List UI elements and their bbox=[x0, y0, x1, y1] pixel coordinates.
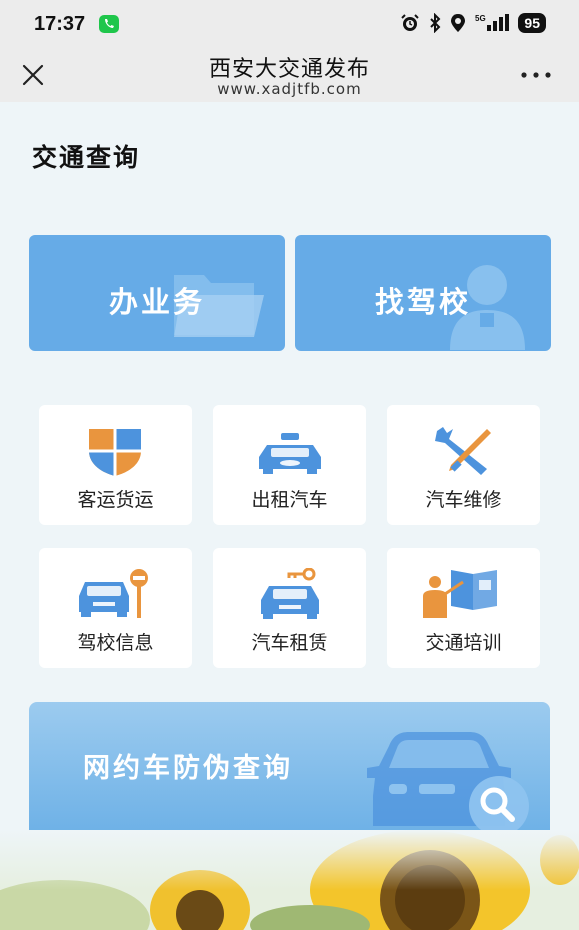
bluetooth-icon bbox=[430, 13, 441, 33]
tile-traffic-training[interactable]: 交通培训 bbox=[387, 548, 540, 668]
tile-label: 驾校信息 bbox=[77, 632, 154, 654]
tile-label: 客运货运 bbox=[77, 489, 154, 511]
alarm-icon bbox=[401, 14, 420, 31]
tile-car-repair[interactable]: 汽车维修 bbox=[387, 405, 540, 525]
car-key-icon bbox=[261, 568, 319, 619]
tile-car-rental[interactable]: 汽车租赁 bbox=[213, 548, 366, 668]
status-time: 17:37 bbox=[34, 13, 86, 35]
business-card-label: 办业务 bbox=[108, 285, 205, 319]
tile-passenger-freight[interactable]: 客运货运 bbox=[39, 405, 192, 525]
business-card[interactable]: 办业务 bbox=[29, 235, 285, 351]
status-icons: 5G 95 bbox=[400, 13, 546, 33]
driving-school-card[interactable]: 找驾校 bbox=[295, 235, 551, 351]
phone-call-icon bbox=[99, 15, 119, 33]
tile-label: 汽车租赁 bbox=[251, 632, 328, 654]
taxi-icon bbox=[259, 433, 321, 474]
status-bar: 17:37 5G 95 bbox=[0, 0, 579, 46]
content-area: 交通查询 办业务 找驾校 客运货运 出租汽车 汽车维修 驾校信息 汽车租赁 交通… bbox=[0, 102, 579, 930]
book-teacher-icon bbox=[423, 570, 497, 618]
car-sign-icon bbox=[79, 569, 148, 618]
tile-label: 出租汽车 bbox=[251, 489, 328, 511]
tile-label: 汽车维修 bbox=[425, 489, 502, 511]
svg-text:5G: 5G bbox=[475, 14, 486, 23]
signal-icon: 5G bbox=[475, 14, 510, 31]
driving-school-card-label: 找驾校 bbox=[374, 285, 471, 319]
page-url: www.xadjtfb.com bbox=[217, 80, 362, 98]
sunflower-background-image bbox=[0, 830, 579, 930]
battery-indicator: 95 bbox=[518, 13, 546, 33]
title-bar: 西安大交通发布 www.xadjtfb.com bbox=[0, 46, 579, 102]
wrench-screwdriver-icon bbox=[435, 427, 491, 475]
shield-icon bbox=[89, 429, 141, 476]
section-title: 交通查询 bbox=[32, 143, 141, 172]
location-icon bbox=[451, 14, 466, 32]
more-icon[interactable] bbox=[518, 63, 554, 87]
page-title: 西安大交通发布 bbox=[208, 57, 370, 82]
ride-hailing-verify-banner[interactable]: 网约车防伪查询 bbox=[29, 702, 550, 838]
tile-label: 交通培训 bbox=[425, 632, 502, 654]
car-search-icon bbox=[367, 732, 529, 836]
banner-label: 网约车防伪查询 bbox=[83, 753, 293, 784]
tile-driving-school-info[interactable]: 驾校信息 bbox=[39, 548, 192, 668]
tile-taxi[interactable]: 出租汽车 bbox=[213, 405, 366, 525]
